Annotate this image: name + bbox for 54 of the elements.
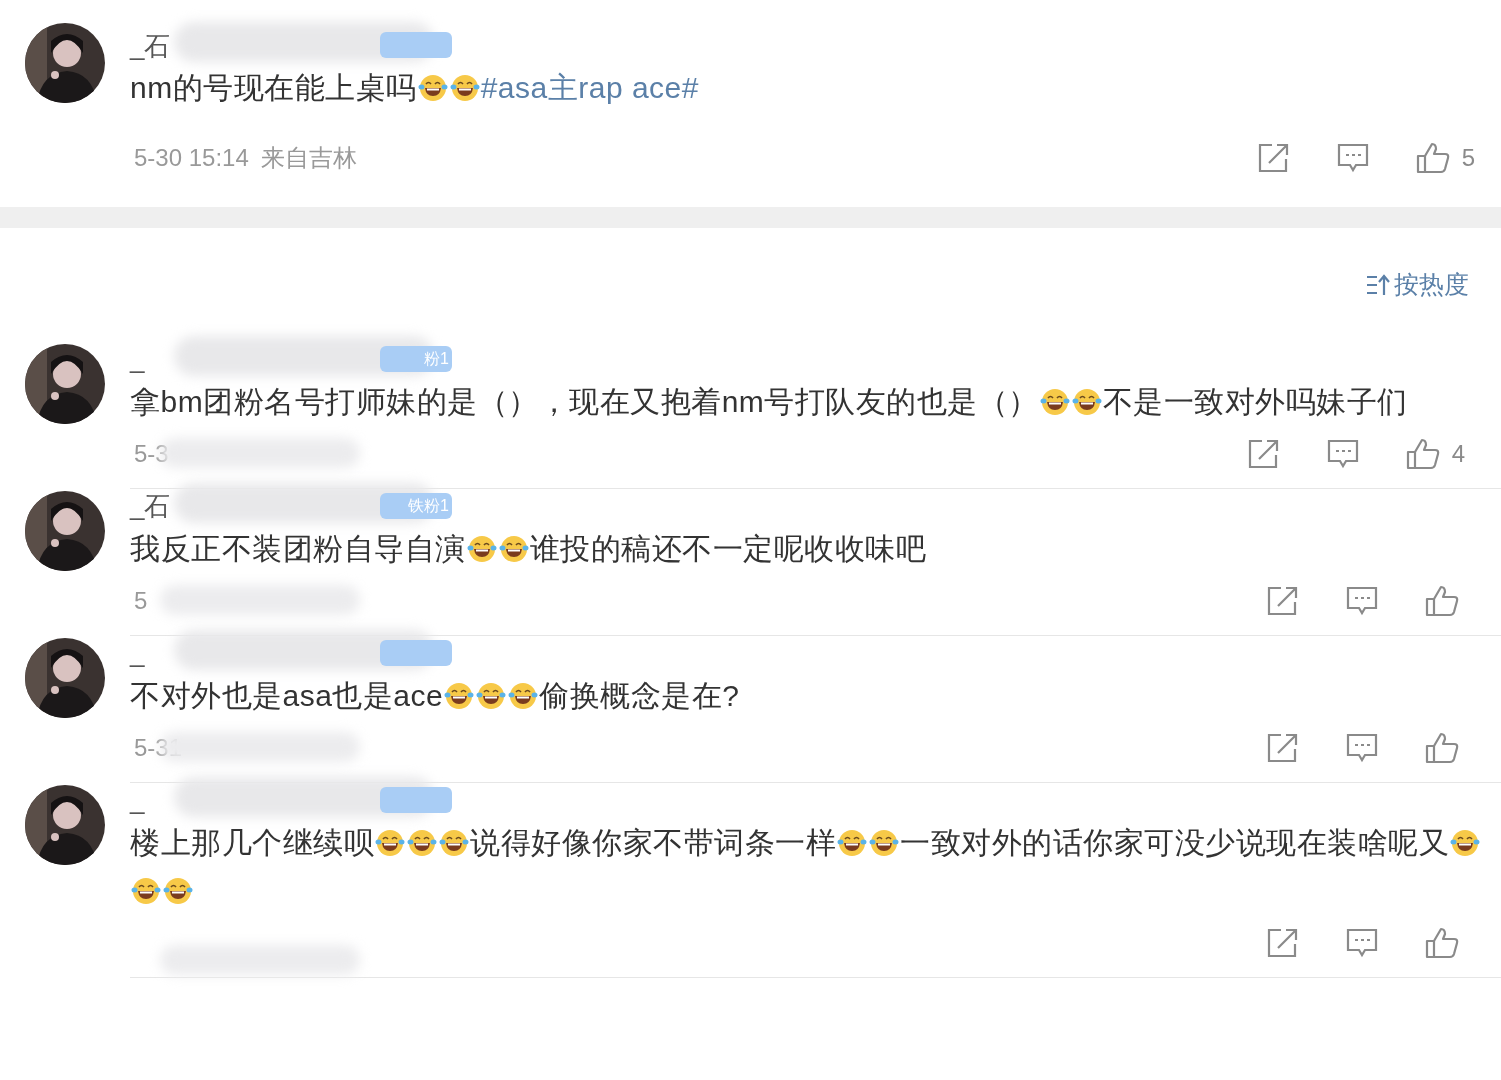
laughing-emoji-icon: [439, 827, 469, 858]
fan-badge: 粉1: [380, 345, 452, 372]
laughing-emoji-icon: [163, 875, 193, 906]
fan-badge: 铁粉1: [380, 492, 452, 519]
laughing-emoji-icon: [417, 73, 448, 103]
laughing-emoji-icon: [498, 533, 529, 564]
comment-text: 不对外也是asa也是ace 偷换概念是在?: [130, 677, 741, 714]
laughing-emoji-icon: [869, 827, 899, 858]
sort-icon: [1366, 273, 1390, 296]
laughing-emoji-icon: [508, 680, 539, 711]
laughing-emoji-icon: [444, 680, 475, 711]
fan-badge: [380, 32, 452, 58]
comment-icon[interactable]: [1336, 143, 1369, 173]
username[interactable]: _: [130, 634, 145, 673]
share-icon[interactable]: [1267, 585, 1299, 616]
laughing-emoji-icon: [1039, 386, 1070, 417]
share-icon[interactable]: [1267, 927, 1299, 958]
like-count: 4: [1451, 438, 1465, 469]
share-icon[interactable]: [1257, 143, 1290, 173]
fan-badge: [380, 786, 452, 813]
laughing-emoji-icon: [837, 827, 867, 858]
laughing-emoji-icon: [1450, 827, 1480, 858]
comment-text: 拿bm团粉名号打师妹的是（），现在又抱着nm号打队友的也是（） 不是一致对外吗妹子们: [130, 383, 1409, 420]
thumbs-up-icon[interactable]: [1415, 142, 1450, 174]
laughing-emoji-icon: [449, 73, 480, 103]
comment-icon[interactable]: [1346, 732, 1378, 763]
comment-text: nm的号现在能上桌吗 #asa主rap ace#: [130, 70, 700, 106]
thumbs-up-icon[interactable]: [1425, 926, 1459, 959]
thumbs-up-icon[interactable]: [1425, 731, 1459, 764]
comment-text: 楼上那几个继续呗 说得好像你家不带词条一样 一致对外的话你家可没少说现在装啥呢又: [130, 818, 1491, 915]
comment-time: 5: [133, 586, 148, 614]
username[interactable]: _石: [130, 26, 171, 66]
laughing-emoji-icon: [375, 827, 405, 858]
username[interactable]: _: [130, 781, 145, 820]
sort-button[interactable]: 按热度: [1366, 266, 1469, 304]
laughing-emoji-icon: [466, 533, 497, 564]
username[interactable]: _: [130, 340, 145, 379]
laughing-emoji-icon: [131, 875, 161, 906]
share-icon[interactable]: [1247, 438, 1280, 469]
comment-icon[interactable]: [1326, 438, 1359, 469]
thumbs-up-icon[interactable]: [1425, 584, 1459, 617]
comment-icon[interactable]: [1346, 927, 1378, 958]
like-count: 5: [1461, 143, 1475, 173]
share-icon[interactable]: [1267, 732, 1299, 763]
comment-time: 5-3: [133, 439, 169, 467]
laughing-emoji-icon: [476, 680, 507, 711]
fan-badge: [380, 639, 452, 666]
post-time: 5-30 15:14 来自吉林: [133, 143, 357, 173]
comment-icon[interactable]: [1346, 585, 1378, 616]
username[interactable]: _石: [130, 487, 171, 526]
laughing-emoji-icon: [1071, 386, 1102, 417]
laughing-emoji-icon: [407, 827, 437, 858]
comment-text: 我反正不装团粉自导自演 谁投的稿还不一定呢收收味吧: [130, 530, 927, 567]
thumbs-up-icon[interactable]: [1405, 437, 1440, 470]
